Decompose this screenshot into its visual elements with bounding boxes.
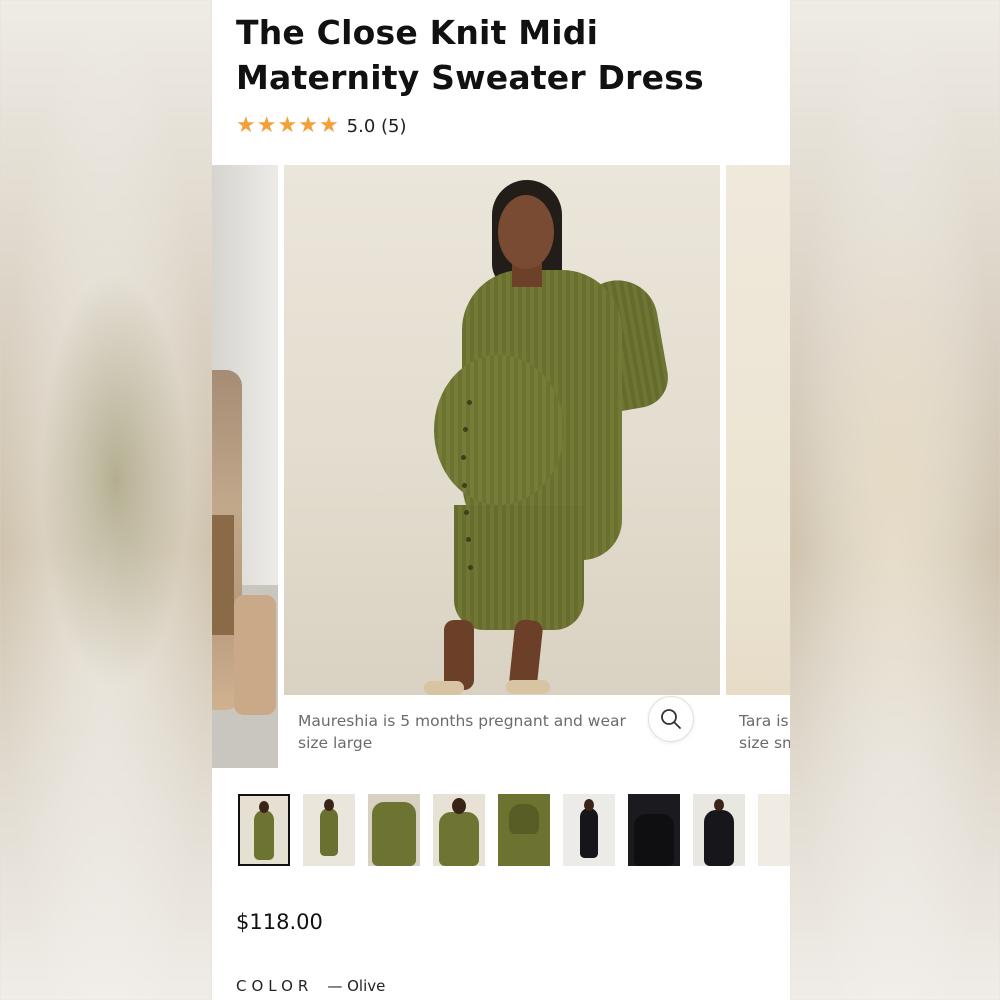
rating-text[interactable]: 5.0 (5) bbox=[347, 116, 407, 137]
star-icon: ★ bbox=[298, 113, 318, 138]
image-carousel[interactable]: Maureshia is 5 months pregnant and wear … bbox=[212, 165, 790, 770]
search-icon bbox=[661, 709, 681, 729]
next-caption-line-2: size sm bbox=[739, 734, 790, 752]
thumbnail-4[interactable] bbox=[433, 794, 485, 866]
color-selector-label: COLOR — Olive bbox=[236, 977, 385, 995]
rating-summary[interactable]: ★ ★ ★ ★ ★ 5.0 (5) bbox=[236, 112, 407, 140]
carousel-slide-previous[interactable] bbox=[212, 165, 278, 768]
carousel-slide-current[interactable] bbox=[284, 165, 720, 695]
thumbnail-1[interactable] bbox=[238, 794, 290, 866]
color-label: COLOR bbox=[236, 977, 314, 995]
star-icon: ★ bbox=[256, 113, 277, 138]
product-page: The Close Knit Midi Maternity Sweater Dr… bbox=[212, 0, 790, 1000]
thumbnail-7[interactable] bbox=[628, 794, 680, 866]
zoom-button[interactable] bbox=[648, 696, 694, 742]
next-caption-line-1: Tara is bbox=[739, 712, 789, 730]
model-caption: Maureshia is 5 months pregnant and wear … bbox=[284, 695, 720, 770]
thumbnail-5[interactable] bbox=[498, 794, 550, 866]
title-line-2: Maternity Sweater Dress bbox=[236, 58, 704, 97]
thumbnail-strip[interactable] bbox=[238, 794, 790, 866]
product-title: The Close Knit Midi Maternity Sweater Dr… bbox=[236, 10, 776, 100]
caption-line-1: Maureshia is 5 months pregnant and wear bbox=[298, 712, 626, 730]
star-icon: ★ bbox=[318, 113, 339, 138]
thumbnail-8[interactable] bbox=[693, 794, 745, 866]
selected-color: — Olive bbox=[327, 977, 386, 995]
caption-line-2: size large bbox=[298, 734, 373, 752]
left-blurred-backdrop bbox=[0, 0, 212, 1000]
title-line-1: The Close Knit Midi bbox=[236, 13, 599, 52]
star-icon: ★ bbox=[277, 113, 298, 138]
thumbnail-9[interactable] bbox=[758, 794, 790, 866]
thumbnail-6[interactable] bbox=[563, 794, 615, 866]
thumbnail-2[interactable] bbox=[303, 794, 355, 866]
right-blurred-backdrop bbox=[790, 0, 1000, 1000]
product-price: $118.00 bbox=[236, 910, 323, 934]
next-model-caption: Tara is size sm bbox=[726, 695, 790, 770]
star-rating: ★ ★ ★ ★ ★ bbox=[236, 115, 339, 137]
star-icon: ★ bbox=[236, 113, 256, 138]
carousel-slide-next[interactable] bbox=[726, 165, 790, 695]
thumbnail-3[interactable] bbox=[368, 794, 420, 866]
